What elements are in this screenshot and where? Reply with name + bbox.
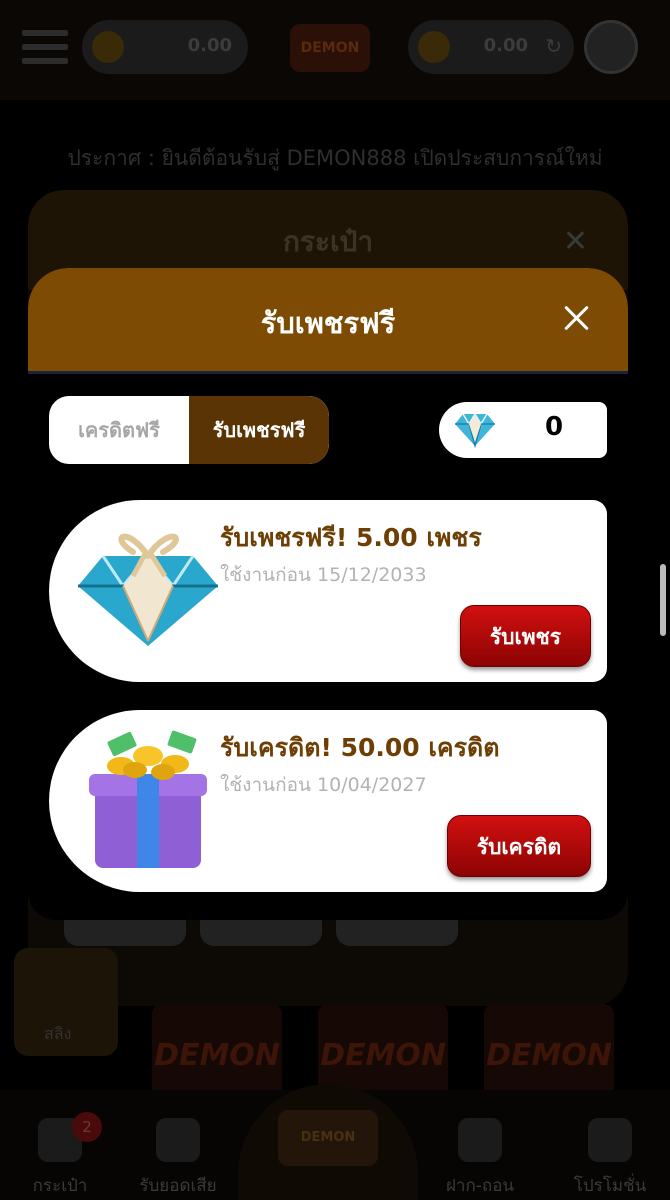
wallet-tab[interactable] [200, 920, 322, 946]
tab-free-credit[interactable]: เครดิตฟรี [49, 396, 189, 464]
tab-free-gems[interactable]: รับเพชรฟรี [189, 396, 329, 464]
claim-gems-button[interactable]: รับเพชร [460, 605, 591, 667]
wallet-tab[interactable] [64, 920, 186, 946]
wallet-badge: 2 [72, 1112, 102, 1142]
refund-icon [156, 1118, 200, 1162]
promo-icon [588, 1118, 632, 1162]
free-gems-modal: รับเพชรฟรี เครดิตฟรี รับเพชรฟรี 0 รับเพช… [28, 268, 628, 920]
center-logo: DEMON [278, 1110, 378, 1166]
menu-icon[interactable] [22, 30, 68, 64]
nav-item-refund[interactable]: รับยอดเสีย [128, 1118, 228, 1199]
avatar[interactable] [584, 20, 638, 74]
center-home-button[interactable]: DEMON [238, 1084, 418, 1200]
top-bar: 0.00 DEMON 0.00 ↻ [0, 0, 670, 100]
modal-header: รับเพชรฟรี [28, 268, 628, 374]
brand-logo[interactable]: DEMON [290, 24, 370, 72]
coin-icon [92, 31, 124, 63]
balance-pill-left[interactable]: 0.00 [82, 20, 248, 74]
gem-count: 0 [544, 412, 564, 442]
wallet-title: กระเป๋า [282, 225, 374, 258]
nav-label: ฝาก-ถอน [445, 1176, 515, 1196]
reward-card: รับเครดิต! 50.00 เครดิต ใช้งานก่อน 10/04… [49, 710, 607, 892]
reward-title: รับเพชรฟรี! 5.00 เพชร [220, 523, 482, 552]
reward-expiry: ใช้งานก่อน 10/04/2027 [220, 774, 427, 796]
deposit-icon [458, 1118, 502, 1162]
nav-item-promotion[interactable]: โปรโมชั่น [560, 1118, 660, 1199]
reward-title: รับเครดิต! 50.00 เครดิต [220, 733, 500, 762]
nav-item-deposit[interactable]: ฝาก-ถอน [430, 1118, 530, 1199]
announcement-marquee: ประกาศ : ยินดีต้อนรับสู่ DEMON888 เปิดปร… [67, 146, 603, 170]
wallet-close-icon[interactable]: ✕ [563, 224, 588, 259]
balance-pill-right[interactable]: 0.00 ↻ [408, 20, 574, 74]
nav-label: กระเป๋า [32, 1176, 88, 1196]
gem-counter: 0 [439, 402, 607, 458]
nav-label: รับยอดเสีย [139, 1176, 217, 1196]
claim-credit-button[interactable]: รับเครดิต [447, 815, 591, 877]
bottom-nav: กระเป๋า 2 รับยอดเสีย DEMON ฝาก-ถอน โปรโม… [0, 1084, 670, 1200]
balance-right-value: 0.00 [483, 35, 528, 56]
gift-box-coins-icon [89, 730, 207, 868]
refresh-icon[interactable]: ↻ [545, 34, 562, 58]
nav-label: โปรโมชั่น [573, 1176, 647, 1196]
side-card[interactable]: สลิง [14, 948, 118, 1056]
side-card-label: สลิง [44, 1024, 72, 1043]
coin-icon [418, 31, 450, 63]
reward-tabs: เครดิตฟรี รับเพชรฟรี [49, 396, 329, 464]
close-icon[interactable] [556, 298, 596, 338]
modal-title: รับเพชรฟรี [260, 306, 396, 340]
diamond-icon [455, 412, 495, 448]
scrollbar[interactable] [660, 564, 666, 636]
reward-card: รับเพชรฟรี! 5.00 เพชร ใช้งานก่อน 15/12/2… [49, 500, 607, 682]
reward-expiry: ใช้งานก่อน 15/12/2033 [220, 564, 427, 586]
wallet-tab[interactable] [336, 920, 458, 946]
diamond-gift-icon [78, 533, 218, 646]
balance-left-value: 0.00 [187, 35, 232, 56]
